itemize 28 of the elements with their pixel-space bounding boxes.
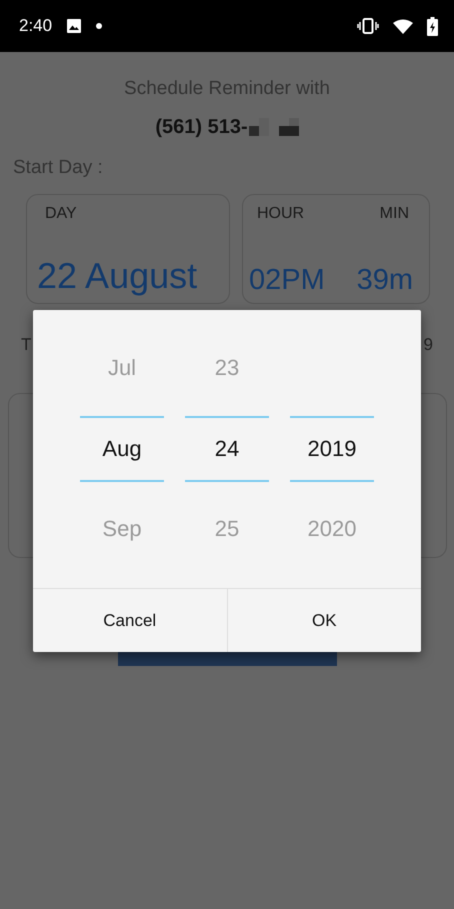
day-label: DAY — [44, 205, 78, 223]
redaction-mosaic — [248, 118, 299, 138]
hour-value: 02PM — [249, 264, 325, 297]
picker-option[interactable]: Sep — [102, 516, 142, 542]
wifi-icon — [393, 18, 413, 34]
status-time: 2:40 — [19, 16, 52, 36]
picker-selected-value[interactable]: 24 — [185, 416, 269, 482]
picker-option[interactable]: 25 — [214, 516, 240, 542]
picker-option[interactable]: 2020 — [308, 516, 356, 542]
notification-dot-icon — [96, 23, 102, 29]
min-label: MIN — [380, 205, 409, 223]
battery-icon — [427, 16, 438, 36]
image-icon — [66, 18, 82, 34]
day-value: 22 August — [37, 255, 198, 297]
hour-label: HOUR — [257, 205, 304, 223]
time-card[interactable]: HOUR MIN 02PM 39m — [242, 194, 430, 304]
ok-button[interactable]: OK — [226, 589, 421, 652]
day-card[interactable]: DAY 22 August — [26, 194, 230, 304]
vibrate-icon — [357, 18, 379, 34]
cancel-button[interactable]: Cancel — [33, 589, 226, 652]
partial-text: 9 — [424, 335, 433, 355]
picker-selected-value[interactable]: Aug — [80, 416, 164, 482]
phone-number: (561) 513- — [155, 116, 248, 139]
minute-value: 39m — [356, 264, 413, 297]
picker-option[interactable]: Jul — [108, 354, 136, 380]
picker-selected-value[interactable]: 2019 — [290, 416, 374, 482]
partial-text: T — [21, 335, 32, 355]
picker-option[interactable]: 23 — [214, 354, 240, 380]
